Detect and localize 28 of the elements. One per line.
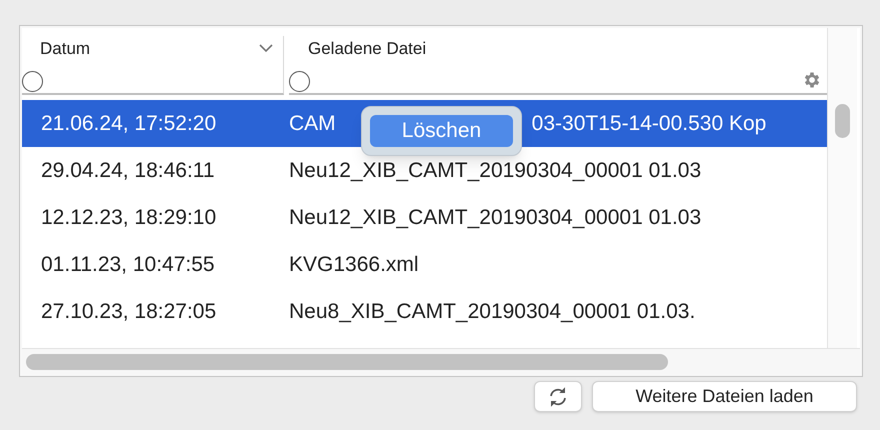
file-cell-text: Neu12_XIB_CAMT_20190304_00001 01.03 <box>289 204 702 231</box>
date-cell-text: 29.04.24, 18:46:11 <box>40 158 216 184</box>
scrollbar-thumb[interactable] <box>26 354 668 370</box>
date-cell-text: 12.12.23, 18:29:10 <box>40 204 218 231</box>
column-header[interactable]: Geladene Datei <box>289 36 827 95</box>
scrollbar-thumb[interactable] <box>835 104 850 138</box>
date-cell-text: 27.10.23, 18:27:05 <box>40 298 218 325</box>
column-title: Geladene Datei <box>307 38 426 60</box>
table-row[interactable]: 01.11.23, 10:47:55 KVG1366.xml <box>22 241 827 288</box>
chevron-down-icon[interactable] <box>259 44 273 54</box>
date-cell-text: 21.06.24, 17:52:20 <box>40 110 218 137</box>
column-title: Datum <box>40 38 90 60</box>
file-cell-text: 03-30T15-14-00.530 Kop <box>532 110 766 137</box>
file-cell-text: CAM <box>289 110 336 137</box>
date-cell-text: 01.11.23, 10:47:55 <box>40 252 216 278</box>
refresh-button[interactable] <box>534 381 582 412</box>
table-row[interactable]: 29.04.24, 18:46:11 Neu12_XIB_CAMT_20190304_00001 01.03 <box>22 147 827 194</box>
load-more-button[interactable]: Weitere Dateien laden <box>592 381 857 412</box>
radio-button[interactable] <box>22 71 43 92</box>
refresh-icon <box>547 386 569 406</box>
column-header[interactable]: Datum <box>22 36 284 95</box>
table-row[interactable]: 12.12.23, 18:29:10 Neu12_XIB_CAMT_20190304_00001 01.03 <box>22 194 827 241</box>
table-row[interactable]: 27.10.23, 18:27:05 Neu8_XIB_CAMT_20190304_00001 01.03. <box>22 288 827 335</box>
file-cell-text: Neu12_XIB_CAMT_20190304_00001 01.03 <box>289 158 702 184</box>
settings-icon[interactable] <box>802 70 822 90</box>
radio-button[interactable] <box>289 71 310 92</box>
file-cell-text: Neu8_XIB_CAMT_20190304_00001 01.03. <box>289 298 696 325</box>
file-cell-text: KVG1366.xml <box>289 252 419 278</box>
